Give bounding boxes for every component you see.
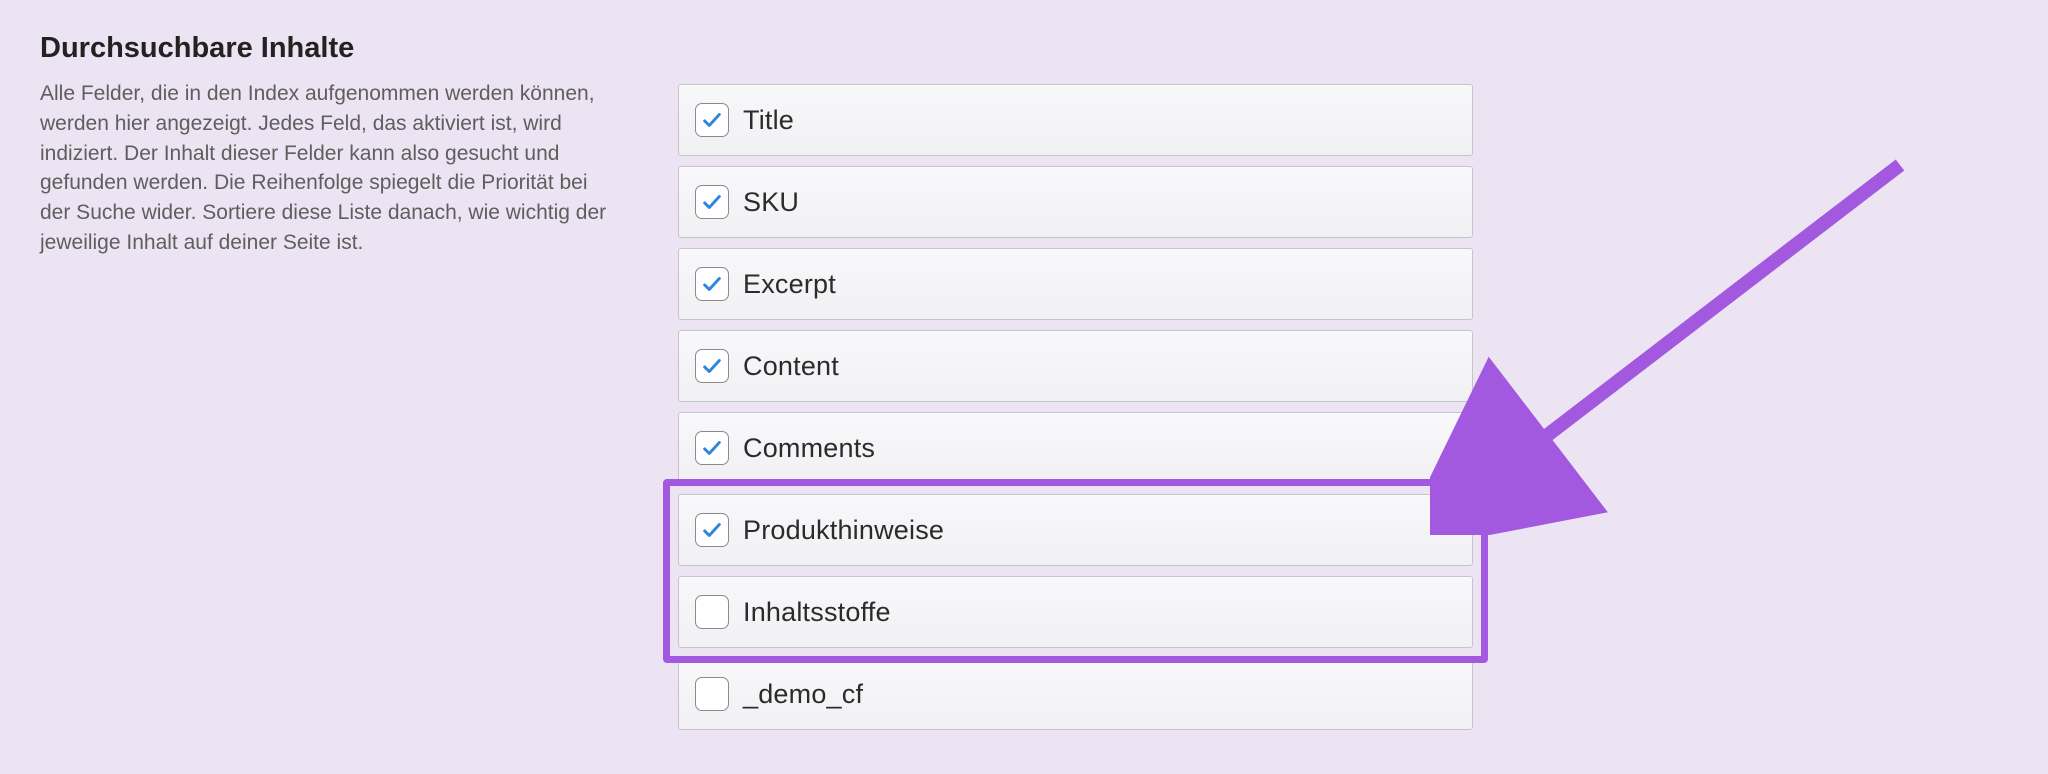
field-row[interactable]: Content	[678, 330, 1473, 402]
searchable-fields-column: Title SKU Excerpt Content Comments Produkthin…	[678, 84, 1473, 730]
field-checkbox[interactable]	[695, 103, 729, 137]
field-label: Inhaltsstoffe	[743, 597, 891, 628]
field-row[interactable]: Title	[678, 84, 1473, 156]
field-label: Content	[743, 351, 839, 382]
field-label: Excerpt	[743, 269, 836, 300]
field-row[interactable]: Excerpt	[678, 248, 1473, 320]
field-label: SKU	[743, 187, 799, 218]
field-checkbox[interactable]	[695, 513, 729, 547]
field-list: Title SKU Excerpt Content Comments Produkthin…	[678, 84, 1473, 730]
field-row[interactable]: Comments	[678, 412, 1473, 484]
field-row[interactable]: SKU	[678, 166, 1473, 238]
field-checkbox[interactable]	[695, 677, 729, 711]
field-checkbox[interactable]	[695, 267, 729, 301]
section-title: Durchsuchbare Inhalte	[40, 32, 616, 65]
field-checkbox[interactable]	[695, 595, 729, 629]
field-checkbox[interactable]	[695, 349, 729, 383]
section-description: Alle Felder, die in den Index aufgenomme…	[40, 79, 616, 258]
field-checkbox[interactable]	[695, 431, 729, 465]
section-info: Durchsuchbare Inhalte Alle Felder, die i…	[40, 32, 640, 730]
field-label: Comments	[743, 433, 875, 464]
field-checkbox[interactable]	[695, 185, 729, 219]
field-row[interactable]: _demo_cf	[678, 658, 1473, 730]
field-label: _demo_cf	[743, 679, 863, 710]
field-label: Title	[743, 105, 794, 136]
field-row[interactable]: Produkthinweise	[678, 494, 1473, 566]
field-row[interactable]: Inhaltsstoffe	[678, 576, 1473, 648]
field-label: Produkthinweise	[743, 515, 944, 546]
settings-panel: Durchsuchbare Inhalte Alle Felder, die i…	[0, 0, 2048, 770]
